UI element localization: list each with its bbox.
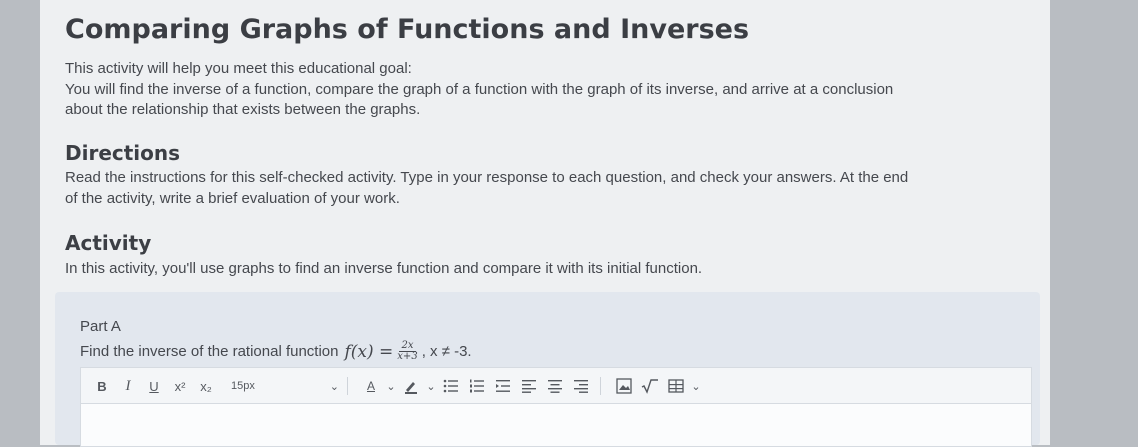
align-center-icon[interactable] (544, 374, 566, 398)
part-a-title: Part A (80, 318, 121, 335)
activity-heading: Activity (65, 231, 152, 255)
fraction: 2x x+3 (397, 341, 417, 362)
bullet-list-icon[interactable] (440, 374, 462, 398)
math-expression: f(x) = 2x x+3 , x ≠ -3. (345, 341, 472, 362)
align-left-icon[interactable] (518, 374, 540, 398)
indent-icon[interactable] (492, 374, 514, 398)
domain-condition: , x ≠ -3. (421, 343, 472, 360)
chevron-down-icon[interactable]: ⌄ (691, 374, 701, 398)
chevron-down-icon: ⌄ (329, 380, 339, 393)
font-size-select[interactable]: 15px ⌄ (231, 374, 339, 398)
directions-heading: Directions (65, 141, 181, 165)
intro-line-3: about the relationship that exists betwe… (65, 101, 421, 118)
font-size-value: 15px (231, 380, 255, 392)
highlight-icon[interactable] (400, 374, 422, 398)
divider (600, 377, 601, 395)
image-icon[interactable] (613, 374, 635, 398)
question-text: Find the inverse of the rational functio… (80, 343, 339, 360)
response-editor[interactable] (80, 403, 1032, 447)
directions-line-2: of the activity, write a brief evaluatio… (65, 190, 400, 207)
function-lhs: f(x) = (344, 341, 394, 362)
underline-icon[interactable]: U (143, 374, 165, 398)
intro-line-1: This activity will help you meet this ed… (65, 60, 412, 77)
fraction-denominator: x+3 (397, 351, 418, 362)
math-icon[interactable] (639, 374, 661, 398)
page-title: Comparing Graphs of Functions and Invers… (65, 14, 750, 45)
directions-line-1: Read the instructions for this self-chec… (65, 169, 909, 186)
part-a-question: Find the inverse of the rational functio… (80, 341, 472, 362)
chevron-down-icon[interactable]: ⌄ (426, 374, 436, 398)
editor-toolbar: B I U x² x₂ 15px ⌄ A ⌄ ⌄ ⌄ (80, 367, 1032, 404)
chevron-down-icon[interactable]: ⌄ (386, 374, 396, 398)
divider (347, 377, 348, 395)
intro-line-2: You will find the inverse of a function,… (65, 81, 894, 98)
bold-icon[interactable]: B (91, 374, 113, 398)
table-icon[interactable] (665, 374, 687, 398)
part-a-panel: Part A Find the inverse of the rational … (55, 292, 1040, 447)
numbered-list-icon[interactable] (466, 374, 488, 398)
activity-text: In this activity, you'll use graphs to f… (65, 260, 703, 277)
superscript-icon[interactable]: x² (169, 374, 191, 398)
subscript-icon[interactable]: x₂ (195, 374, 217, 398)
italic-icon[interactable]: I (117, 374, 139, 398)
align-right-icon[interactable] (570, 374, 592, 398)
font-color-icon[interactable]: A (360, 374, 382, 398)
